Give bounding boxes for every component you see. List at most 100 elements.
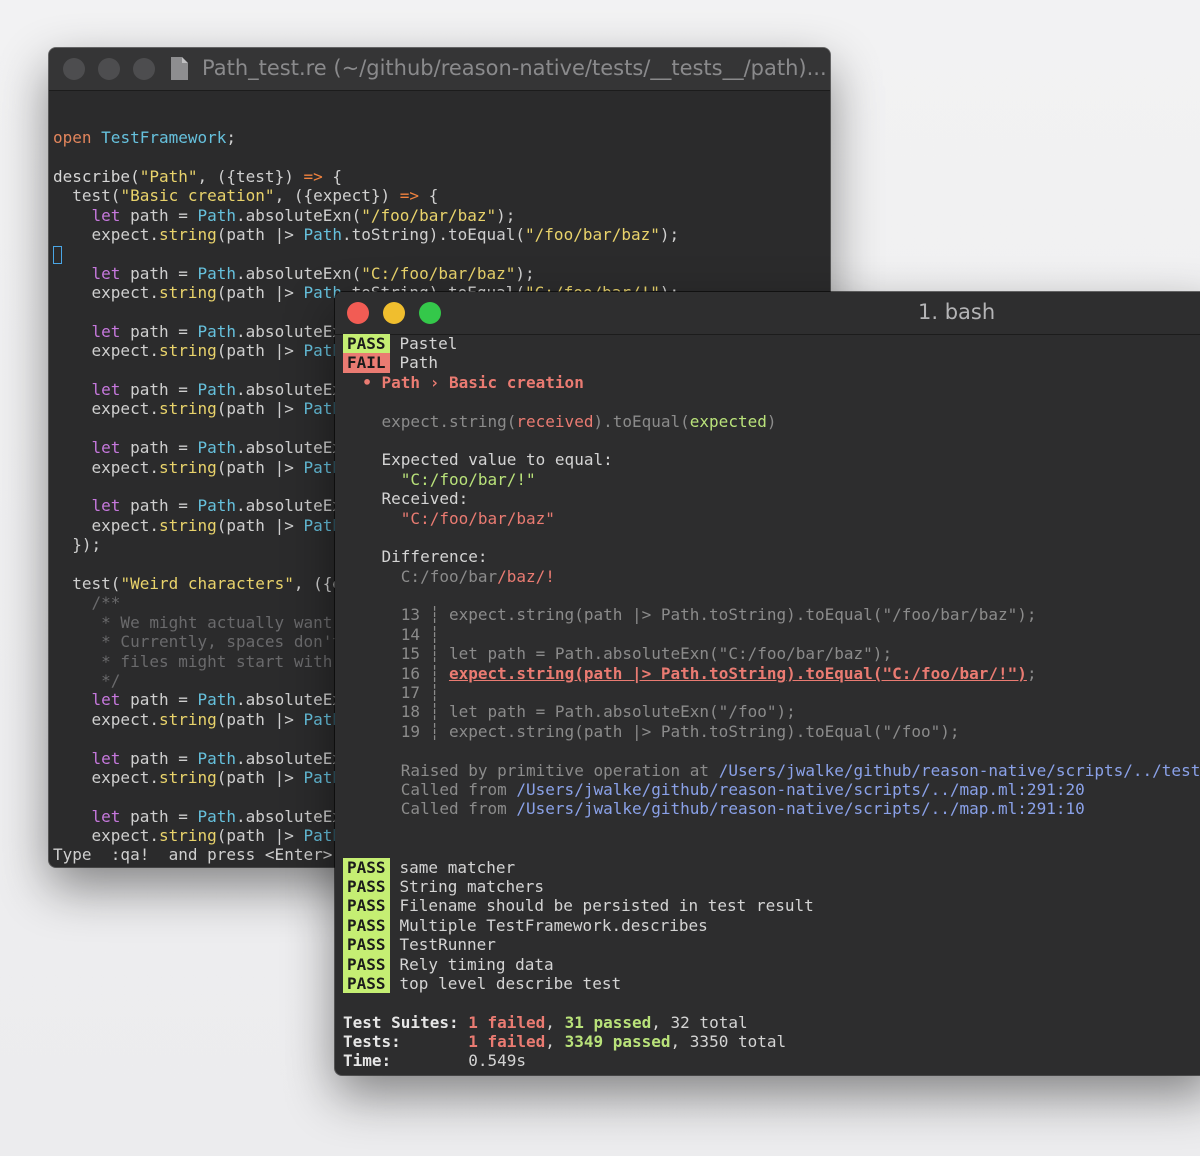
terminal.lines-token: expected: [689, 411, 767, 431]
terminal.lines-token: received: [516, 411, 594, 431]
terminal.lines-token: /Users/jwalke/github/reason-native/scrip…: [516, 799, 1085, 819]
terminal.lines-token: Filename should be persisted in test res…: [399, 896, 814, 916]
editor.code_lines-token: * files might start with a: [53, 651, 352, 671]
terminal.lines-token: /baz/!: [497, 566, 555, 586]
terminal.lines-token: "C:/foo/bar/baz": [343, 508, 555, 528]
fail-badge: FAIL: [343, 353, 390, 373]
editor.code_lines-line: [53, 147, 679, 166]
editor.code_lines-token: .absoluteExn(: [236, 205, 362, 225]
minimize-button[interactable]: [98, 58, 120, 80]
editor.code_lines-token: string: [158, 224, 217, 244]
terminal.lines-line: [343, 838, 1200, 857]
terminal.lines-token: Raised by primitive operation at: [343, 760, 719, 780]
terminal.lines-line: 17 ┆: [343, 683, 1200, 702]
editor.code_lines-token: Path: [197, 205, 237, 225]
terminal-window[interactable]: 1. bash PASS Pastel FAIL Path • Path › Basi…: [335, 292, 1200, 1075]
terminal.lines-token: C:/foo/bar: [343, 566, 498, 586]
editor.code_lines-token: "Path": [139, 166, 198, 186]
terminal.lines-line: 16 ┆ expect.string(path |> Path.toString…: [343, 664, 1200, 683]
close-button[interactable]: [63, 58, 85, 80]
terminal-output[interactable]: PASS Pastel FAIL Path • Path › Basic creati…: [343, 334, 1200, 1071]
editor.code_lines-token: "Weird characters": [120, 573, 294, 593]
editor.code_lines-token: Path: [197, 496, 237, 516]
editor.code_lines-token: (path |>: [216, 515, 304, 535]
editor.code_lines-token: "Basic creation": [120, 186, 275, 206]
editor.code_lines-token: (path |>: [216, 224, 304, 244]
editor.code_lines-token: string: [158, 826, 217, 846]
editor.code_lines-line: test("Basic creation", ({expect}) => {: [53, 186, 679, 205]
terminal.lines-token: 1 failed: [468, 1032, 546, 1052]
terminal.lines-line: C:/foo/bar/baz/!: [343, 567, 1200, 586]
vim-status-line: Type :qa! and press <Enter>...d: [53, 845, 371, 864]
editor.code_lines-token: test(: [53, 186, 121, 206]
terminal.lines-token: Pastel: [399, 334, 458, 353]
editor.code_lines-token: {: [322, 166, 342, 186]
terminal.lines-token: 18 ┆ let path = Path.absoluteExn("/foo")…: [343, 702, 796, 722]
close-button[interactable]: [347, 302, 369, 324]
editor.code_lines-token: , ({expect}): [274, 186, 400, 206]
editor.code_lines-token: =>: [399, 186, 420, 206]
terminal.lines-line: Test Suites: 1 failed, 31 passed, 32 tot…: [343, 1013, 1200, 1032]
terminal.lines-line: PASS String matchers: [343, 876, 1200, 897]
terminal.lines-line: FAIL Path: [343, 353, 1200, 373]
terminal.lines-line: Difference:: [343, 547, 1200, 566]
terminal.lines-token: 14 ┆: [343, 624, 440, 644]
terminal.lines-line: 18 ┆ let path = Path.absoluteExn("/foo")…: [343, 702, 1200, 721]
editor.code_lines-token: =>: [303, 166, 323, 186]
editor.code_lines-token: string: [158, 767, 217, 787]
editor.code_lines-token: path =: [120, 438, 198, 458]
pass-badge: PASS: [343, 935, 390, 955]
editor.code_lines-token: [92, 128, 102, 147]
terminal.lines-token: Called from: [343, 779, 517, 799]
editor-titlebar[interactable]: Path_test.re (~/github/reason-native/tes…: [49, 48, 830, 91]
editor.code_lines-token: path =: [120, 321, 198, 341]
terminal.lines-token: Path: [399, 353, 439, 373]
terminal.lines-line: [343, 819, 1200, 838]
editor.code_lines-line: open TestFramework;: [53, 128, 679, 147]
editor.code_lines-token: [53, 322, 92, 341]
editor.code_lines-token: (path |>: [216, 709, 304, 729]
terminal.lines-token: 17 ┆: [343, 683, 440, 703]
terminal.lines-line: PASS top level describe test: [343, 973, 1200, 994]
terminal.lines-token: • Path › Basic creation: [343, 372, 584, 392]
editor.code_lines-token: (path |>: [216, 283, 304, 303]
editor.code_lines-token: (path |>: [216, 341, 304, 361]
editor.code_lines-token: let: [91, 806, 121, 826]
terminal.lines-token: 1 failed: [468, 1012, 546, 1032]
editor.code_lines-token: .absoluteExn(: [236, 263, 362, 283]
terminal.lines-token: 3349 passed: [564, 1032, 671, 1052]
terminal.lines-token: expect.string(: [343, 411, 517, 431]
terminal.lines-token: Test Suites:: [343, 1012, 469, 1032]
zoom-button[interactable]: [419, 302, 441, 324]
terminal.lines-line: PASS Multiple TestFramework.describes: [343, 915, 1200, 936]
terminal.lines-line: 19 ┆ expect.string(path |> Path.toString…: [343, 722, 1200, 741]
terminal.lines-token: 31 passed: [564, 1012, 652, 1032]
terminal.lines-token: String matchers: [399, 876, 545, 896]
editor.code_lines-token: {: [419, 186, 439, 206]
editor.code_lines-token: * Currently, spaces don't n: [53, 632, 362, 652]
terminal.lines-token: ).toEqual(: [593, 411, 690, 431]
editor.code_lines-token: let: [91, 263, 121, 283]
editor.code_lines-token: , ({test}): [197, 166, 304, 186]
editor.code_lines-token: let: [91, 205, 121, 225]
editor.code_lines-line: describe("Path", ({test}) => {: [53, 167, 679, 186]
editor.code_lines-token: );: [496, 205, 516, 225]
editor.code_lines-token: (path |>: [216, 826, 304, 846]
terminal.lines-token: "C:/foo/bar/!": [343, 469, 536, 489]
pass-badge: PASS: [343, 857, 390, 877]
terminal.lines-token: ): [766, 411, 777, 431]
editor.code_lines-token: [53, 807, 92, 826]
terminal.lines-line: 13 ┆ expect.string(path |> Path.toString…: [343, 605, 1200, 624]
terminal.lines-token: TestRunner: [399, 935, 496, 955]
terminal.lines-token: Called from: [343, 799, 517, 819]
editor.code_lines-token: Path: [197, 806, 237, 826]
terminal-titlebar[interactable]: 1. bash: [335, 292, 1200, 335]
editor.code_lines-token: let: [91, 690, 121, 710]
minimize-button[interactable]: [383, 302, 405, 324]
terminal.lines-token: same matcher: [399, 857, 516, 877]
editor.code_lines-token: */: [53, 670, 121, 690]
terminal.lines-token: Rely timing data: [399, 954, 554, 974]
terminal.lines-line: Raised by primitive operation at /Users/…: [343, 761, 1200, 780]
zoom-button[interactable]: [133, 58, 155, 80]
terminal.lines-token: 13 ┆ expect.string(path |> Path.toString…: [343, 605, 1037, 625]
